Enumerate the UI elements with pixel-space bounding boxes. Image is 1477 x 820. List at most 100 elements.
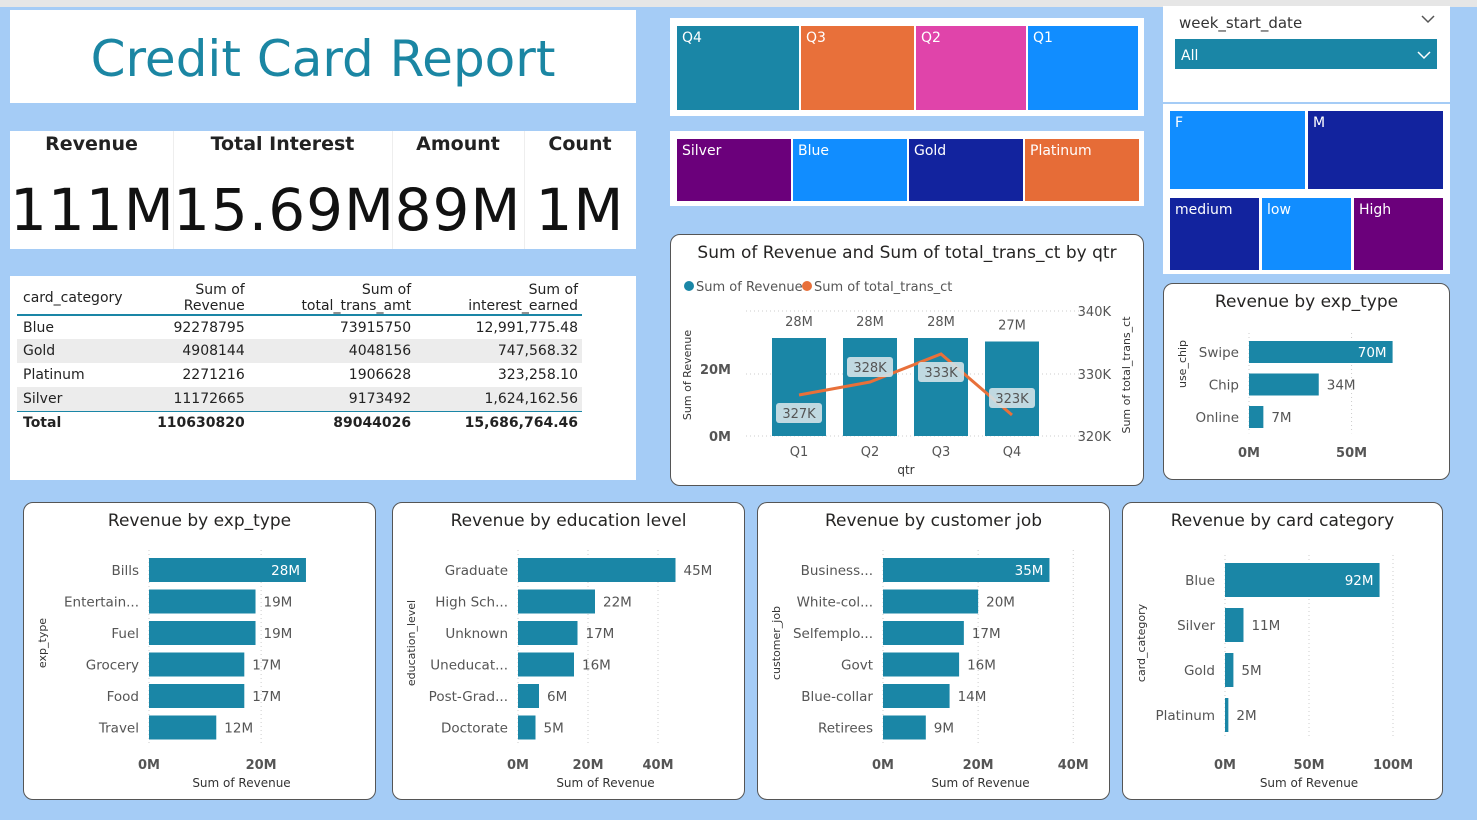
- data-label: 14M: [958, 689, 987, 705]
- table-cell: 92278795: [173, 319, 245, 336]
- data-label: 17M: [252, 689, 281, 705]
- kpi-amount-label: Amount: [416, 133, 500, 155]
- table-cell: 15,686,764.46: [464, 415, 578, 432]
- week-start-date-dropdown[interactable]: All: [1175, 39, 1437, 69]
- y2-tick-label: 340K: [1078, 305, 1112, 320]
- table-row[interactable]: Gold 4908144 4048156 747,568.32: [17, 339, 582, 363]
- week-start-date-label: week_start_date: [1179, 14, 1303, 32]
- y-tick-label: 0M: [709, 430, 731, 445]
- category-label: Food: [107, 689, 139, 705]
- slicer-tile-high[interactable]: High: [1354, 198, 1443, 270]
- data-label: 5M: [1241, 663, 1261, 679]
- table-cell: 4048156: [348, 343, 412, 359]
- legend-label: Sum of Revenue: [696, 280, 803, 295]
- data-label: 19M: [264, 626, 293, 642]
- table-header-cell[interactable]: Sum of Revenue: [129, 282, 249, 315]
- slicer-tile-q1[interactable]: Q1: [1028, 26, 1138, 110]
- table-cell: 323,258.10: [497, 367, 578, 383]
- bar: [1249, 406, 1264, 428]
- category-label: High Sch...: [435, 595, 508, 611]
- combo-chart-card: Sum of Revenue and Sum of total_trans_ct…: [670, 234, 1144, 486]
- category-label: Unknown: [445, 626, 508, 642]
- slicer-tile-gold[interactable]: Gold: [909, 139, 1023, 201]
- category-label: Gold: [1184, 663, 1215, 679]
- y-axis-label: exp_type: [36, 618, 49, 668]
- slicer-tile-m[interactable]: M: [1308, 111, 1443, 189]
- category-label: Blue: [1185, 573, 1215, 589]
- data-label: 16M: [582, 658, 611, 674]
- table-cell: 747,568.32: [497, 343, 578, 359]
- category-label: Govt: [841, 658, 873, 674]
- data-label: 6M: [547, 689, 567, 705]
- data-label: 2M: [1236, 708, 1256, 724]
- bar: [518, 652, 574, 677]
- combo-chart: Sum of Revenue Sum of total_trans_ct 0M 20M…: [681, 280, 1133, 477]
- y2-axis-label: Sum of total_trans_ct: [1120, 316, 1133, 434]
- slicer-tile-low[interactable]: low: [1262, 198, 1351, 270]
- bar: [149, 621, 256, 645]
- category-label: Online: [1195, 410, 1239, 426]
- x-axis-label: Sum of Revenue: [1260, 776, 1358, 790]
- bar: [843, 338, 897, 436]
- legend-marker-trans-ct: [802, 281, 812, 291]
- table-row[interactable]: Blue 92278795 73915750 12,991,775.48: [17, 315, 582, 339]
- table-header-cell[interactable]: Sum of interest_earned: [415, 282, 582, 315]
- week-start-date-slicer: week_start_date All: [1163, 6, 1450, 102]
- kpi-card: Revenue 111M Total Interest 15.69M Amoun…: [10, 131, 636, 249]
- table-header-row: card_category Sum of Revenue Sum of tota…: [17, 282, 582, 315]
- table-header-cell[interactable]: card_category: [17, 282, 129, 315]
- chevron-down-icon[interactable]: [1421, 14, 1435, 24]
- bar: [518, 621, 578, 645]
- line-data-label: 328K: [853, 361, 887, 376]
- category-label: Travel: [98, 721, 139, 737]
- category-label: Retirees: [818, 721, 873, 737]
- table-cell: Blue: [23, 319, 54, 336]
- bar: [1225, 608, 1244, 642]
- table-header-cell[interactable]: Sum of total_trans_amt: [249, 282, 415, 315]
- x-axis-label: Sum of Revenue: [931, 776, 1029, 790]
- table-cell: Platinum: [23, 367, 85, 383]
- table-cell: 2271216: [182, 367, 245, 383]
- slicer-tile-q2[interactable]: Q2: [916, 26, 1026, 110]
- data-label: 28M: [856, 315, 884, 330]
- education-chart-card: Revenue by education level 0M 20M 40M Gradu…: [392, 502, 745, 800]
- slicer-tile-medium[interactable]: medium: [1170, 198, 1259, 270]
- bar: [149, 715, 217, 740]
- data-label: 34M: [1327, 378, 1356, 394]
- x-tick-label: 20M: [572, 758, 603, 773]
- slicer-tile-f[interactable]: F: [1170, 111, 1305, 189]
- use-chip-chart-card: Revenue by exp_type 0M 50M Swipe 70M Chip 34M…: [1163, 283, 1450, 480]
- table-cell: Gold: [23, 343, 56, 359]
- x-tick-label: 0M: [507, 758, 529, 773]
- bar: [883, 621, 964, 645]
- bar: [518, 715, 536, 740]
- x-axis-label: qtr: [897, 463, 914, 477]
- table-row[interactable]: Silver 11172665 9173492 1,624,162.56: [17, 387, 582, 411]
- slicer-tile-silver[interactable]: Silver: [677, 139, 791, 201]
- data-label: 45M: [684, 563, 713, 579]
- bar: [149, 684, 245, 708]
- table-row[interactable]: Platinum 2271216 1906628 323,258.10: [17, 363, 582, 387]
- data-label: 27M: [998, 319, 1026, 334]
- category-label: Fuel: [111, 626, 139, 642]
- revenue-table: card_category Sum of Revenue Sum of tota…: [17, 282, 582, 435]
- category-label: Blue-collar: [801, 689, 873, 705]
- y-tick-label: 20M: [700, 363, 731, 378]
- data-label: 20M: [986, 595, 1015, 611]
- slicer-tile-platinum[interactable]: Platinum: [1025, 139, 1139, 201]
- slicer-tile-q3[interactable]: Q3: [801, 26, 914, 110]
- data-label: 11M: [1251, 618, 1280, 634]
- bar: [518, 684, 539, 708]
- slicer-tile-q4[interactable]: Q4: [677, 26, 799, 110]
- kpi-count-value: 1M: [535, 176, 625, 244]
- data-label: 17M: [586, 626, 615, 642]
- bar: [518, 558, 676, 582]
- gender-income-slicer: F M medium low High: [1163, 104, 1450, 274]
- category-label: Silver: [1177, 618, 1215, 634]
- kpi-interest-label: Total Interest: [210, 133, 355, 155]
- x-tick-label: 0M: [872, 758, 894, 773]
- data-label: 12M: [224, 721, 253, 737]
- category-label: Uneducat...: [430, 658, 508, 674]
- slicer-tile-blue[interactable]: Blue: [793, 139, 907, 201]
- data-label: 35M: [1015, 563, 1044, 579]
